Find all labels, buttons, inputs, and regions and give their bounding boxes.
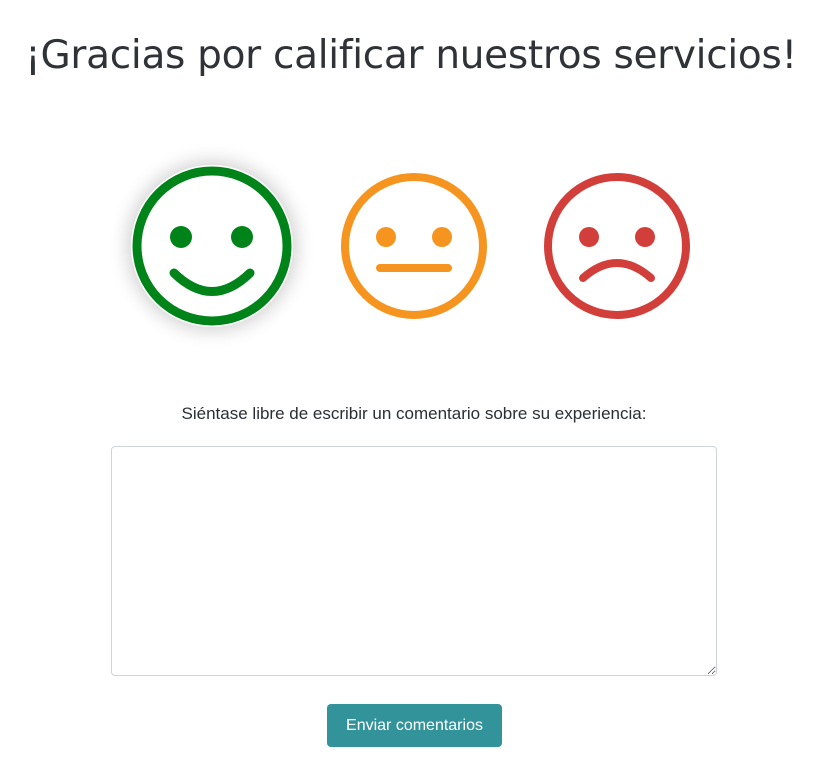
rating-option-bad[interactable] [543, 172, 691, 320]
comment-textarea[interactable] [111, 446, 717, 676]
sad-face-icon [544, 173, 690, 319]
smiling-face-icon [132, 166, 292, 326]
neutral-face-icon [341, 173, 487, 319]
rating-option-neutral[interactable] [340, 172, 488, 320]
page-title: ¡Gracias por calificar nuestros servicio… [25, 33, 797, 78]
rating-option-good[interactable] [131, 165, 293, 327]
submit-feedback-button[interactable]: Enviar comentarios [327, 704, 502, 747]
comment-label: Siéntase libre de escribir un comentario… [181, 404, 647, 423]
rating-options [0, 160, 822, 330]
